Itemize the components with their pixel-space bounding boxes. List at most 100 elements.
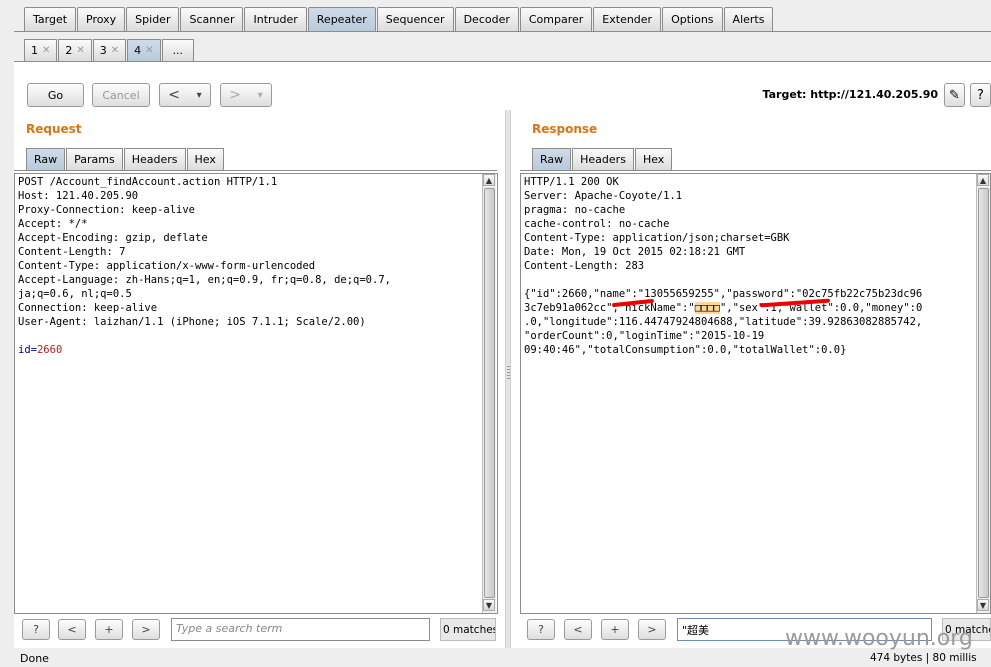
close-icon[interactable]: ✕ [76, 45, 84, 56]
forward-button: > ▾ [220, 83, 272, 107]
main-tab-bar: Target Proxy Spider Scanner Intruder Rep… [24, 7, 774, 32]
dropdown-icon[interactable]: ▾ [197, 90, 202, 101]
request-search-input[interactable]: Type a search term [171, 618, 430, 641]
splitter-grip-icon[interactable] [507, 366, 510, 380]
tab-sequencer[interactable]: Sequencer [376, 7, 454, 31]
repeater-tab-new[interactable]: ... [161, 39, 195, 61]
tab-extender[interactable]: Extender [593, 7, 662, 31]
tab-decoder[interactable]: Decoder [454, 7, 519, 31]
scroll-thumb[interactable] [978, 188, 989, 598]
close-icon[interactable]: ✕ [111, 45, 119, 56]
response-tab-hex[interactable]: Hex [634, 148, 673, 170]
repeater-tab-4[interactable]: 4 ✕ [127, 39, 161, 61]
search-options-button[interactable]: + [601, 619, 629, 640]
forward-arrow-icon: > [229, 87, 242, 103]
scroll-down-icon[interactable]: ▼ [977, 599, 989, 611]
scroll-up-icon[interactable]: ▲ [977, 174, 989, 186]
body-param-name: id [18, 344, 31, 356]
response-line: Content-Length: 283 [524, 260, 645, 272]
repeater-tab-label: 4 [134, 44, 142, 57]
tab-proxy[interactable]: Proxy [77, 7, 126, 31]
response-line: Content-Type: application/json;charset=G… [524, 232, 790, 244]
request-tab-line [14, 170, 497, 171]
repeater-tab-bar: 1 ✕ 2 ✕ 3 ✕ 4 ✕ ... [24, 39, 195, 62]
body-param-value: 2660 [36, 344, 63, 356]
search-prev-button[interactable]: < [58, 619, 86, 640]
response-editor[interactable]: HTTP/1.1 200 OK Server: Apache-Coyote/1.1… [520, 173, 991, 614]
response-tab-raw[interactable]: Raw [532, 148, 572, 170]
back-arrow-icon: < [168, 87, 181, 103]
response-line: Server: Apache-Coyote/1.1 [524, 190, 683, 202]
request-line: Content-Type: application/x-www-form-url… [18, 260, 316, 272]
repeater-tab-1[interactable]: 1 ✕ [24, 39, 58, 61]
request-line: Connection: keep-alive [18, 302, 158, 314]
response-json-line: 3c7eb91a062cc","nickName":"□□□□","sex":1… [524, 301, 987, 315]
close-icon[interactable]: ✕ [145, 45, 153, 56]
response-json-line: {"id":2660,"name":"13055659255","passwor… [524, 288, 923, 300]
search-prev-button[interactable]: < [564, 619, 592, 640]
request-line: Accept: */* [18, 218, 88, 230]
search-next-button[interactable]: > [132, 619, 160, 640]
json-fragment: 3c7eb91a062cc","nickName":" [524, 302, 695, 314]
request-tab-raw[interactable]: Raw [26, 148, 66, 170]
response-stats: 474 bytes | 80 millis [870, 652, 977, 664]
request-line: POST /Account_findAccount.action HTTP/1.… [18, 176, 278, 188]
tab-scanner[interactable]: Scanner [180, 7, 244, 31]
repeater-tab-label: 1 [31, 44, 38, 57]
search-options-button[interactable]: + [95, 619, 123, 640]
response-line: cache-control: no-cache [524, 218, 670, 230]
request-line: Accept-Language: zh-Hans;q=1, en;q=0.9, … [18, 274, 391, 286]
search-help-button[interactable]: ? [527, 619, 555, 640]
json-fragment: ","sex":1,"wallet":0.0,"money":0 [719, 302, 923, 314]
request-line: Proxy-Connection: keep-alive [18, 204, 196, 216]
tab-spider[interactable]: Spider [126, 7, 180, 31]
search-help-button[interactable]: ? [22, 619, 50, 640]
cancel-button: Cancel [92, 83, 150, 107]
request-scrollbar[interactable]: ▲ ▼ [482, 174, 496, 613]
scroll-thumb[interactable] [484, 188, 495, 598]
tab-comparer[interactable]: Comparer [519, 7, 593, 31]
request-tab-headers[interactable]: Headers [123, 148, 186, 170]
tab-intruder[interactable]: Intruder [244, 7, 307, 31]
response-tab-bar: Raw Headers Hex [532, 148, 673, 170]
request-line: User-Agent: laizhan/1.1 (iPhone; iOS 7.1… [18, 316, 366, 328]
request-line: Content-Length: 7 [18, 246, 126, 258]
tab-repeater[interactable]: Repeater [307, 7, 376, 31]
help-button[interactable]: ? [970, 83, 991, 107]
scroll-down-icon[interactable]: ▼ [483, 599, 495, 611]
response-line: Date: Mon, 19 Oct 2015 02:18:21 GMT [524, 246, 746, 258]
pencil-icon: ✎ [949, 87, 960, 103]
request-line: Accept-Encoding: gzip, deflate [18, 232, 208, 244]
response-title: Response [532, 122, 598, 136]
close-icon[interactable]: ✕ [42, 45, 50, 56]
response-json-line: .0,"longitude":116.44747924804688,"latit… [524, 316, 923, 328]
request-editor[interactable]: POST /Account_findAccount.action HTTP/1.… [14, 173, 498, 614]
target-label: Target: http://121.40.205.90 [762, 88, 938, 101]
repeater-tab-label: 3 [99, 44, 107, 57]
response-json-line: 09:40:46","totalConsumption":0.0,"totalW… [524, 344, 847, 356]
scroll-up-icon[interactable]: ▲ [483, 174, 495, 186]
repeater-tab-3[interactable]: 3 ✕ [92, 39, 127, 61]
tab-target[interactable]: Target [24, 7, 77, 31]
tab-alerts[interactable]: Alerts [723, 7, 774, 31]
request-tab-params[interactable]: Params [66, 148, 123, 170]
request-line: ja;q=0.6, nl;q=0.5 [18, 288, 132, 300]
response-tab-headers[interactable]: Headers [572, 148, 634, 170]
response-line: pragma: no-cache [524, 204, 626, 216]
help-icon: ? [977, 87, 984, 103]
request-tab-bar: Raw Params Headers Hex [26, 148, 225, 170]
tab-options[interactable]: Options [662, 7, 723, 31]
response-tab-line [520, 170, 991, 171]
request-tab-hex[interactable]: Hex [186, 148, 224, 170]
go-button[interactable]: Go [27, 83, 84, 107]
dropdown-icon: ▾ [257, 89, 263, 101]
request-title: Request [26, 122, 82, 136]
response-scrollbar[interactable]: ▲ ▼ [976, 174, 990, 613]
edit-target-button[interactable]: ✎ [944, 83, 965, 107]
nickname-value: □□□□ [694, 302, 720, 314]
response-json-line: "orderCount":0,"loginTime":"2015-10-19 [524, 330, 765, 342]
back-button[interactable]: < ▾ [159, 83, 211, 107]
search-next-button[interactable]: > [638, 619, 666, 640]
repeater-tab-2[interactable]: 2 ✕ [58, 39, 92, 61]
repeater-tab-label: 2 [65, 44, 73, 57]
